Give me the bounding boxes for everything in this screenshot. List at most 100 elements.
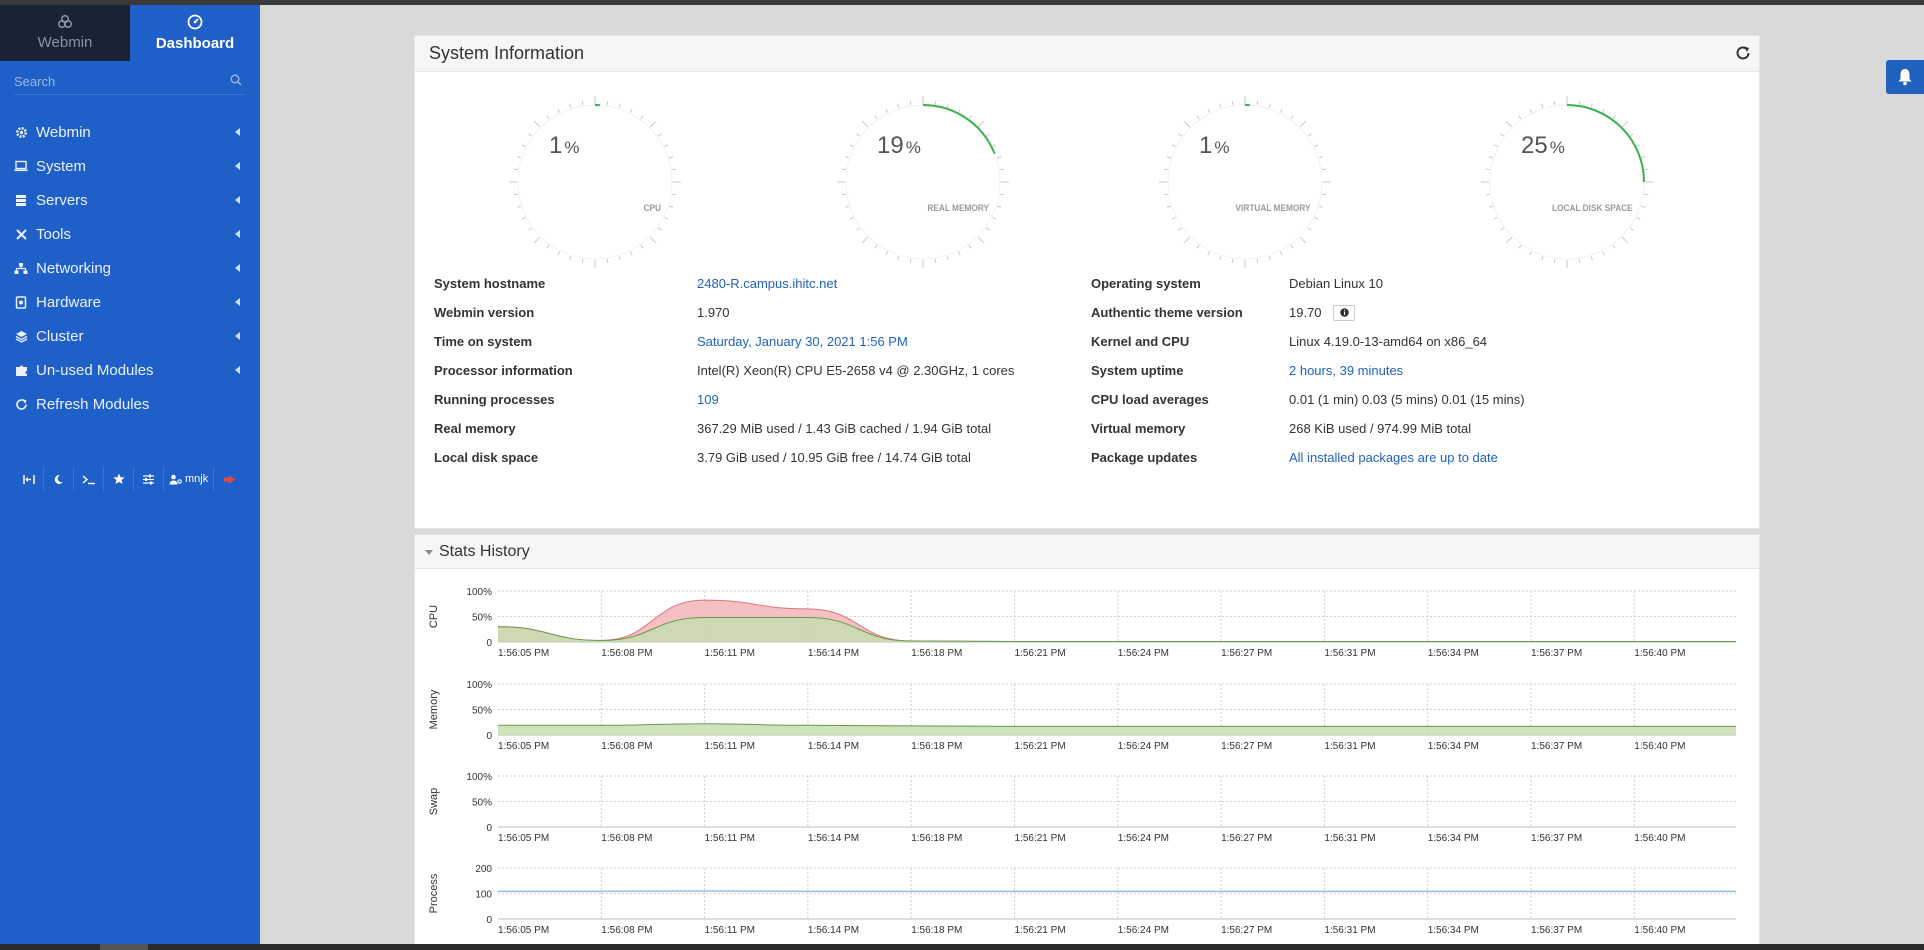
info-value-link[interactable]: 2480-R.campus.ihitc.net bbox=[697, 276, 837, 291]
y-tick-label: 50% bbox=[472, 798, 492, 809]
x-tick-label: 1:56:40 PM bbox=[1634, 741, 1685, 752]
info-value: Debian Linux 10 bbox=[1289, 276, 1383, 291]
stats-panel-header[interactable]: Stats History bbox=[415, 535, 1759, 569]
info-value: Linux 4.19.0-13-amd64 on x86_64 bbox=[1289, 334, 1488, 349]
search-input[interactable] bbox=[14, 69, 214, 93]
sidebar-item-hardware[interactable]: Hardware bbox=[0, 285, 260, 319]
logout-button[interactable] bbox=[214, 467, 244, 491]
sidebar-item-networking[interactable]: Networking bbox=[0, 251, 260, 285]
info-value: 268 KiB used / 974.99 MiB total bbox=[1289, 421, 1472, 436]
sidebar-item-label: Un-used Modules bbox=[36, 361, 154, 379]
gauge-unit: % bbox=[1549, 138, 1565, 157]
info-key: Running processes bbox=[434, 392, 555, 407]
info-key: Operating system bbox=[1091, 276, 1201, 291]
sidebar-item-cluster[interactable]: Cluster bbox=[0, 319, 260, 353]
y-axis-label: Swap bbox=[428, 788, 440, 816]
gauge-label: VIRTUAL MEMORY bbox=[1236, 203, 1311, 213]
x-tick-label: 1:56:11 PM bbox=[705, 833, 755, 844]
gauge-percent: 19% bbox=[877, 132, 921, 160]
x-tick-label: 1:56:27 PM bbox=[1221, 648, 1272, 659]
sidebar-item-webmin[interactable]: Webmin bbox=[0, 115, 260, 149]
info-value-link[interactable]: 2 hours, 39 minutes bbox=[1289, 363, 1403, 378]
x-tick-label: 1:56:27 PM bbox=[1221, 925, 1272, 936]
x-tick-label: 1:56:31 PM bbox=[1324, 925, 1375, 936]
y-tick-label: 0 bbox=[486, 638, 492, 649]
notifications-button[interactable] bbox=[1886, 60, 1924, 94]
sidebar-item-label: Cluster bbox=[36, 327, 84, 345]
chart-process: 200 100 0 Process 1:56:05 PM 1:56:08 PM 1:56:1… bbox=[428, 864, 1736, 936]
x-tick-label: 1:56:27 PM bbox=[1221, 741, 1272, 752]
x-tick-label: 1:56:31 PM bbox=[1324, 648, 1375, 659]
gauge-cpu: 1% CPU bbox=[505, 92, 685, 272]
info-key: Authentic theme version bbox=[1091, 305, 1243, 320]
sidebar-search bbox=[14, 69, 246, 95]
user-button[interactable]: mnjk bbox=[164, 467, 215, 491]
x-tick-label: 1:56:40 PM bbox=[1634, 925, 1685, 936]
window-bottom-strip bbox=[0, 944, 1924, 950]
info-value: 367.29 MiB used / 1.43 GiB cached / 1.94… bbox=[697, 421, 992, 436]
sidebar-item-servers[interactable]: Servers bbox=[0, 183, 260, 217]
sidebar-item-refresh-modules[interactable]: Refresh Modules bbox=[0, 387, 260, 421]
info-value-link[interactable]: 109 bbox=[697, 392, 719, 407]
night-mode-button[interactable] bbox=[44, 467, 74, 491]
caret-left-icon bbox=[235, 298, 240, 306]
x-tick-label: 1:56:18 PM bbox=[911, 741, 962, 752]
dashboard-gauge-icon bbox=[187, 14, 203, 30]
sidebar-toolbar: mnjk bbox=[14, 467, 244, 491]
y-tick-label: 50% bbox=[472, 706, 492, 717]
caret-left-icon bbox=[235, 128, 240, 136]
x-tick-label: 1:56:24 PM bbox=[1118, 833, 1169, 844]
sidebar-item-unused-modules[interactable]: Un-used Modules bbox=[0, 353, 260, 387]
caret-left-icon bbox=[235, 230, 240, 238]
chart-memory: 100% 50% 0 Memory 1:56:05 PM 1:56:08 PM 1:56:1… bbox=[428, 680, 1736, 752]
y-tick-label: 0 bbox=[486, 731, 492, 742]
info-key: Real memory bbox=[434, 421, 516, 436]
search-icon[interactable] bbox=[230, 74, 242, 86]
stats-panel-title: Stats History bbox=[439, 542, 530, 560]
gauge-dial bbox=[837, 96, 1009, 268]
info-value-link[interactable]: Saturday, January 30, 2021 1:56 PM bbox=[697, 334, 908, 349]
gauge-local-disk-space: 25% LOCAL DISK SPACE bbox=[1477, 92, 1657, 272]
info-key: Webmin version bbox=[434, 305, 535, 320]
favorites-button[interactable] bbox=[104, 467, 134, 491]
gauge-label: REAL MEMORY bbox=[927, 203, 989, 213]
info-value: 1.970 bbox=[697, 305, 730, 320]
gauge-value: 1 bbox=[1199, 132, 1213, 159]
caret-left-icon bbox=[235, 332, 240, 340]
terminal-button[interactable] bbox=[74, 467, 104, 491]
x-tick-label: 1:56:40 PM bbox=[1634, 648, 1685, 659]
x-tick-label: 1:56:21 PM bbox=[1015, 648, 1066, 659]
system-information-panel: System Information 1% CPU 19% REAL MEMORY 1%… bbox=[414, 35, 1760, 529]
y-tick-label: 100% bbox=[466, 772, 492, 783]
sidebar-item-tools[interactable]: Tools bbox=[0, 217, 260, 251]
bell-icon bbox=[1898, 69, 1912, 86]
x-tick-label: 1:56:37 PM bbox=[1531, 741, 1582, 752]
stats-history-panel: Stats History 100% 50% 0 CPU 1:56:05 PM 1:56:… bbox=[414, 534, 1760, 950]
sidebar-item-system[interactable]: System bbox=[0, 149, 260, 183]
info-value-link[interactable]: All installed packages are up to date bbox=[1289, 450, 1498, 465]
gauge-value: 19 bbox=[877, 132, 904, 159]
x-tick-label: 1:56:18 PM bbox=[911, 833, 962, 844]
x-tick-label: 1:56:37 PM bbox=[1531, 648, 1582, 659]
sidebar-menu: Webmin System Servers Tools Networking H… bbox=[0, 115, 260, 421]
collapse-sidebar-button[interactable] bbox=[14, 467, 44, 491]
info-key: Kernel and CPU bbox=[1091, 334, 1190, 349]
gauge-percent: 25% bbox=[1521, 132, 1565, 160]
hardware-icon bbox=[14, 295, 28, 309]
theme-config-button[interactable] bbox=[134, 467, 164, 491]
info-value: Intel(R) Xeon(R) CPU E5-2658 v4 @ 2.30GH… bbox=[697, 363, 1015, 378]
logout-icon bbox=[223, 474, 235, 484]
y-tick-label: 100 bbox=[475, 890, 492, 901]
x-tick-label: 1:56:18 PM bbox=[911, 925, 962, 936]
gear-icon bbox=[14, 125, 28, 139]
tab-dashboard[interactable]: Dashboard bbox=[130, 5, 260, 61]
refresh-icon[interactable] bbox=[1735, 45, 1751, 61]
x-tick-label: 1:56:24 PM bbox=[1118, 925, 1169, 936]
gauge-value: 1 bbox=[549, 132, 563, 159]
x-tick-label: 1:56:14 PM bbox=[808, 925, 859, 936]
x-tick-label: 1:56:34 PM bbox=[1428, 741, 1479, 752]
theme-info-button[interactable] bbox=[1333, 305, 1355, 321]
gauge-real-memory: 19% REAL MEMORY bbox=[833, 92, 1013, 272]
tab-webmin[interactable]: Webmin bbox=[0, 5, 130, 61]
x-tick-label: 1:56:21 PM bbox=[1015, 925, 1066, 936]
